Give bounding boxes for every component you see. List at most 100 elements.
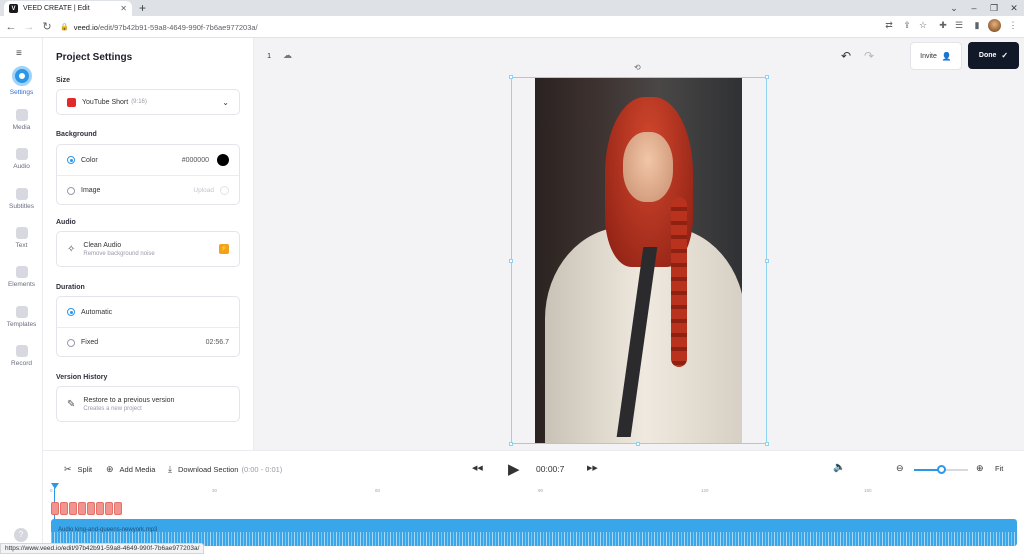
zoom-in-icon[interactable]: ⊕ xyxy=(976,463,984,474)
translate-icon[interactable]: ⇄ xyxy=(882,20,896,31)
resize-handle[interactable] xyxy=(765,259,769,263)
resize-handle[interactable] xyxy=(765,75,769,79)
fixed-option[interactable]: Fixed 02:56.7 xyxy=(57,327,239,357)
volume-icon[interactable]: 🔈 xyxy=(833,462,845,473)
star-icon[interactable]: ☆ xyxy=(916,20,930,31)
video-clip[interactable] xyxy=(51,502,59,515)
undo-icon[interactable]: ↶ xyxy=(841,49,851,63)
video-clip[interactable] xyxy=(60,502,68,515)
size-select[interactable]: YouTube Short (9:16) ⌄ xyxy=(56,89,240,115)
color-radio[interactable] xyxy=(67,156,75,164)
menu-kebab-icon[interactable]: ⋮ xyxy=(1006,20,1020,31)
zoom-out-icon[interactable]: ⊖ xyxy=(896,463,904,474)
rail-item-media[interactable]: Media xyxy=(0,109,43,131)
extensions-icon[interactable]: ✚ xyxy=(936,20,950,31)
resize-handle[interactable] xyxy=(765,442,769,446)
minimize-icon[interactable]: – xyxy=(964,1,984,15)
image-option[interactable]: Image Upload xyxy=(57,175,239,205)
size-value: YouTube Short xyxy=(82,98,129,106)
rail-item-audio[interactable]: Audio xyxy=(0,148,43,170)
settings-icon xyxy=(11,66,32,86)
skip-back-icon[interactable]: ◀◀ xyxy=(472,464,483,472)
fixed-duration-value[interactable]: 02:56.7 xyxy=(206,339,229,346)
audio-label: Audio xyxy=(56,219,76,226)
rail-item-text[interactable]: Text xyxy=(0,227,43,249)
selection-box[interactable] xyxy=(509,75,769,446)
video-clip[interactable] xyxy=(114,502,122,515)
color-picker-icon[interactable] xyxy=(217,154,229,166)
rotate-handle-icon[interactable]: ⟲ xyxy=(634,63,641,72)
ruler-tick: 30 xyxy=(212,488,218,493)
browser-toolbar: ← → ↻ 🔒 veed.io/edit/97b42b91-59a8-4649-… xyxy=(0,16,1024,38)
resize-handle[interactable] xyxy=(509,442,513,446)
video-clip[interactable] xyxy=(78,502,86,515)
split-label: Split xyxy=(77,465,93,474)
add-media-button[interactable]: ⊕ Add Media xyxy=(106,464,155,475)
rail-item-label: Subtitles xyxy=(9,203,34,210)
share-icon[interactable]: ⇪ xyxy=(900,20,914,31)
download-section-button[interactable]: ⤓ Download Section (0:00 - 0:01) xyxy=(168,464,282,475)
veed-favicon-icon: V xyxy=(9,4,18,13)
rail-item-record[interactable]: Record xyxy=(0,345,43,367)
clean-audio-subtitle: Remove background noise xyxy=(83,250,155,257)
address-bar[interactable]: 🔒 veed.io/edit/97b42b91-59a8-4649-990f-7… xyxy=(60,19,640,35)
image-radio[interactable] xyxy=(67,186,75,195)
color-option[interactable]: Color #000000 xyxy=(57,145,239,175)
rail-item-label: Audio xyxy=(13,163,30,170)
profile-avatar[interactable] xyxy=(988,19,1001,32)
rail-item-subtitles[interactable]: Subtitles xyxy=(0,188,43,210)
skip-forward-icon[interactable]: ▶▶ xyxy=(587,464,598,472)
play-icon[interactable]: ▶ xyxy=(508,460,520,478)
rail-item-label: Media xyxy=(12,124,31,131)
restore-icon[interactable]: ❐ xyxy=(984,1,1004,15)
url-path: /edit/97b42b91-59a8-4649-990f-7b6ae97720… xyxy=(97,22,258,32)
download-icon: ⤓ xyxy=(168,464,172,474)
color-hex-value[interactable]: #000000 xyxy=(182,157,209,164)
invite-button[interactable]: Invite 👤 xyxy=(910,42,962,70)
side-panel-icon[interactable]: ▮ xyxy=(970,20,984,31)
resize-handle[interactable] xyxy=(509,75,513,79)
image-label: Image xyxy=(81,187,101,194)
chevron-down-icon[interactable]: ⌄ xyxy=(944,1,964,15)
automatic-radio[interactable] xyxy=(67,308,75,316)
audio-track[interactable] xyxy=(51,519,1017,546)
playhead[interactable] xyxy=(51,483,59,489)
invite-label: Invite xyxy=(920,52,937,60)
close-window-icon[interactable]: ✕ xyxy=(1004,1,1024,15)
done-label: Done xyxy=(978,52,997,59)
hamburger-menu-icon[interactable]: ≡ xyxy=(16,48,22,59)
browser-tab[interactable]: V VEED CREATE | Edit ✕ xyxy=(4,1,132,16)
fixed-label: Fixed xyxy=(81,339,99,346)
zoom-slider-knob[interactable] xyxy=(936,465,946,474)
automatic-option[interactable]: Automatic xyxy=(57,297,239,327)
ruler-tick: 120 xyxy=(701,488,709,493)
new-tab-icon[interactable]: + xyxy=(139,1,146,15)
rail-item-settings[interactable]: Settings xyxy=(0,66,43,96)
back-icon[interactable]: ← xyxy=(4,21,18,33)
reload-icon[interactable]: ↻ xyxy=(40,20,54,33)
rail-item-elements[interactable]: Elements xyxy=(0,266,43,288)
video-clip[interactable] xyxy=(105,502,113,515)
tab-close-icon[interactable]: ✕ xyxy=(120,4,127,13)
resize-handle[interactable] xyxy=(636,442,640,446)
restore-version-card[interactable]: ✎ Restore to a previous version Creates … xyxy=(56,386,240,422)
help-icon[interactable]: ? xyxy=(14,528,28,542)
video-clip[interactable] xyxy=(87,502,95,515)
split-button[interactable]: ✂ Split xyxy=(64,464,92,475)
upload-icon xyxy=(220,186,229,195)
forward-icon[interactable]: → xyxy=(22,21,36,33)
fit-button[interactable]: Fit xyxy=(995,464,1003,473)
redo-icon[interactable]: ↷ xyxy=(864,49,874,63)
reading-list-icon[interactable]: ☰ xyxy=(952,20,966,31)
done-button[interactable]: Done ✓ xyxy=(968,42,1019,69)
resize-handle[interactable] xyxy=(509,259,513,263)
clean-audio-card[interactable]: ✧ Clean Audio Remove background noise ⚡ xyxy=(56,231,240,267)
video-clip[interactable] xyxy=(96,502,104,515)
fixed-radio[interactable] xyxy=(67,338,75,347)
restore-subtitle: Creates a new project xyxy=(83,405,142,412)
subtitles-icon xyxy=(15,188,28,200)
rail-item-templates[interactable]: Templates xyxy=(0,306,43,328)
sparkle-icon: ✧ xyxy=(67,243,76,255)
video-clip[interactable] xyxy=(69,502,77,515)
upload-button[interactable]: Upload xyxy=(193,187,214,194)
